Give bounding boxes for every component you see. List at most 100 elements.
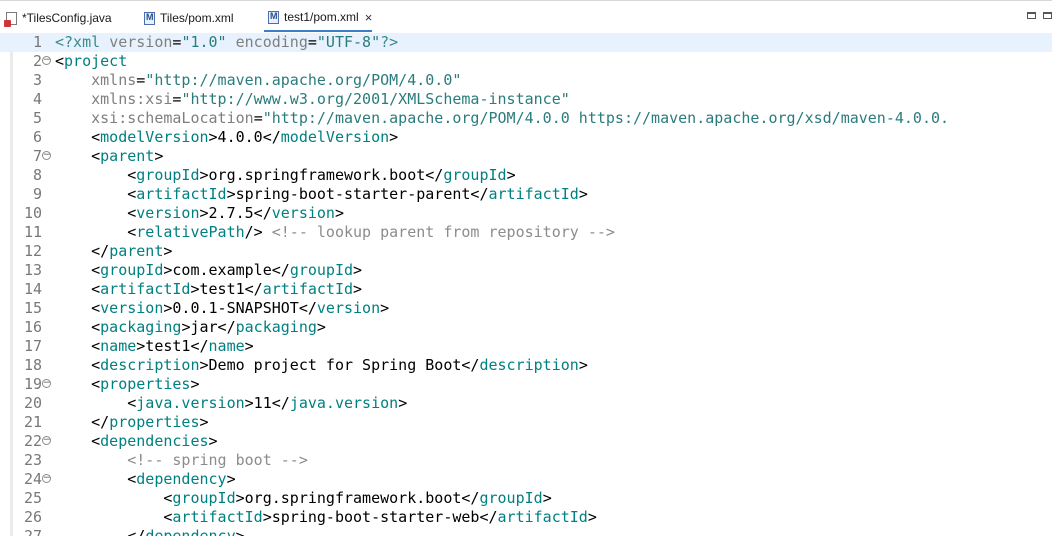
code-line[interactable]: 8 <groupId>org.springframework.boot</gro…	[0, 166, 1052, 185]
code-line[interactable]: 16 <packaging>jar</packaging>	[0, 318, 1052, 337]
code-line[interactable]: 11 <relativePath/> <!-- lookup parent fr…	[0, 223, 1052, 242]
line-number: 22	[23, 432, 42, 450]
line-number: 3	[32, 71, 42, 89]
code-line[interactable]: 22− <dependencies>	[0, 432, 1052, 451]
code-text: xsi:schemaLocation="http://maven.apache.…	[91, 109, 950, 127]
code-line[interactable]: 5 xsi:schemaLocation="http://maven.apach…	[0, 109, 1052, 128]
code-line[interactable]: 25 <groupId>org.springframework.boot</gr…	[0, 489, 1052, 508]
line-number: 13	[23, 261, 42, 279]
code-text: <relativePath/> <!-- lookup parent from …	[55, 223, 615, 241]
line-number: 25	[23, 489, 42, 507]
code-line[interactable]: 7− <parent>	[0, 147, 1052, 166]
tab-label: Tiles/pom.xml	[160, 11, 234, 25]
tab-bar-border	[0, 0, 1052, 1]
code-line[interactable]: 20 <java.version>11</java.version>	[0, 394, 1052, 413]
line-number: 20	[23, 394, 42, 412]
tab-label: test1/pom.xml	[284, 10, 359, 24]
line-number: 26	[23, 508, 42, 526]
java-file-icon	[4, 11, 17, 27]
code-line[interactable]: 12 </parent>	[0, 242, 1052, 261]
code-text: <properties>	[55, 375, 200, 393]
line-number: 9	[32, 185, 42, 203]
code-text: <java.version>11</java.version>	[55, 394, 408, 412]
line-number: 19	[23, 375, 42, 393]
code-line[interactable]: 17 <name>test1</name>	[0, 337, 1052, 356]
fold-toggle-icon[interactable]: −	[42, 379, 51, 388]
current-code-line[interactable]: 1 <?xml version="1.0" encoding="UTF-8"?>	[0, 33, 1052, 52]
code-text: <dependency>	[55, 470, 236, 488]
code-text: xmlns="http://maven.apache.org/POM/4.0.0…	[91, 71, 462, 89]
editor-tab-bar: *TilesConfig.java Tiles/pom.xml test1/po…	[0, 0, 1052, 32]
code-text: <artifactId>spring-boot-starter-parent</…	[55, 185, 588, 203]
fold-toggle-icon[interactable]: −	[42, 56, 51, 65]
code-text: <version>2.7.5</version>	[55, 204, 344, 222]
line-number: 2	[32, 52, 42, 70]
fold-toggle-icon[interactable]: −	[42, 151, 51, 160]
code-line[interactable]: 19− <properties>	[0, 375, 1052, 394]
tab-test1-pom-xml[interactable]: test1/pom.xml ×	[264, 4, 373, 32]
line-number: 1	[32, 33, 42, 51]
code-text: </dependency>	[55, 527, 245, 536]
code-line[interactable]: 26 <artifactId>spring-boot-starter-web</…	[0, 508, 1052, 527]
line-number: 15	[23, 299, 42, 317]
line-number: 8	[32, 166, 42, 184]
fold-toggle-icon[interactable]: −	[42, 474, 51, 483]
line-number: 21	[23, 413, 42, 431]
minimize-editor-icon[interactable]	[1027, 12, 1036, 19]
code-text: xmlns:xsi="http://www.w3.org/2001/XMLSch…	[91, 90, 570, 108]
tab-label: *TilesConfig.java	[22, 11, 112, 25]
line-number: 5	[32, 109, 42, 127]
code-line[interactable]: 24− <dependency>	[0, 470, 1052, 489]
code-text: <groupId>org.springframework.boot</group…	[55, 166, 516, 184]
fold-toggle-icon[interactable]: −	[42, 436, 51, 445]
code-line[interactable]: 18 <description>Demo project for Spring …	[0, 356, 1052, 375]
code-text: <!-- spring boot -->	[127, 451, 308, 469]
code-text: </properties>	[55, 413, 209, 431]
maven-pom-icon	[268, 10, 279, 24]
code-text: <packaging>jar</packaging>	[55, 318, 326, 336]
line-number: 24	[23, 470, 42, 488]
code-line[interactable]: 14 <artifactId>test1</artifactId>	[0, 280, 1052, 299]
code-line[interactable]: 2− <project	[0, 52, 1052, 71]
code-text: <?xml version="1.0" encoding="UTF-8"?>	[55, 33, 399, 51]
code-line[interactable]: 9 <artifactId>spring-boot-starter-parent…	[0, 185, 1052, 204]
code-text: <modelVersion>4.0.0</modelVersion>	[55, 128, 399, 146]
code-line[interactable]: 27 </dependency>	[0, 527, 1052, 536]
line-number: 23	[23, 451, 42, 469]
code-line[interactable]: 4 xmlns:xsi="http://www.w3.org/2001/XMLS…	[0, 90, 1052, 109]
code-editor[interactable]: 1 <?xml version="1.0" encoding="UTF-8"?> 2…	[0, 33, 1052, 536]
close-tab-icon[interactable]: ×	[365, 11, 373, 24]
line-number: 17	[23, 337, 42, 355]
code-text: <artifactId>test1</artifactId>	[55, 280, 363, 298]
code-text: </parent>	[55, 242, 173, 260]
line-number: 27	[23, 527, 42, 536]
code-text: <description>Demo project for Spring Boo…	[55, 356, 588, 374]
code-text: <groupId>org.springframework.boot</group…	[55, 489, 552, 507]
line-number: 12	[23, 242, 42, 260]
line-number: 6	[32, 128, 42, 146]
code-text: <dependencies>	[55, 432, 218, 450]
code-line[interactable]: 3 xmlns="http://maven.apache.org/POM/4.0…	[0, 71, 1052, 90]
line-number: 18	[23, 356, 42, 374]
tab-tiles-pom-xml[interactable]: Tiles/pom.xml	[140, 4, 234, 32]
line-number: 14	[23, 280, 42, 298]
maximize-editor-icon[interactable]	[1043, 12, 1052, 19]
code-line[interactable]: 23 <!-- spring boot -->	[0, 451, 1052, 470]
code-line[interactable]: 10 <version>2.7.5</version>	[0, 204, 1052, 223]
line-number: 10	[23, 204, 42, 222]
line-number: 7	[32, 147, 42, 165]
code-line[interactable]: 6 <modelVersion>4.0.0</modelVersion>	[0, 128, 1052, 147]
line-number: 4	[32, 90, 42, 108]
line-number: 16	[23, 318, 42, 336]
maven-pom-icon	[144, 11, 155, 25]
line-number: 11	[23, 223, 42, 241]
code-text: <project	[55, 52, 128, 70]
tab-tilesconfig-java[interactable]: *TilesConfig.java	[2, 4, 112, 32]
code-text: <name>test1</name>	[55, 337, 254, 355]
code-text: <artifactId>spring-boot-starter-web</art…	[55, 508, 597, 526]
code-text: <groupId>com.example</groupId>	[55, 261, 363, 279]
code-line[interactable]: 21 </properties>	[0, 413, 1052, 432]
code-line[interactable]: 15 <version>0.0.1-SNAPSHOT</version>	[0, 299, 1052, 318]
code-text: <parent>	[55, 147, 164, 165]
code-line[interactable]: 13 <groupId>com.example</groupId>	[0, 261, 1052, 280]
